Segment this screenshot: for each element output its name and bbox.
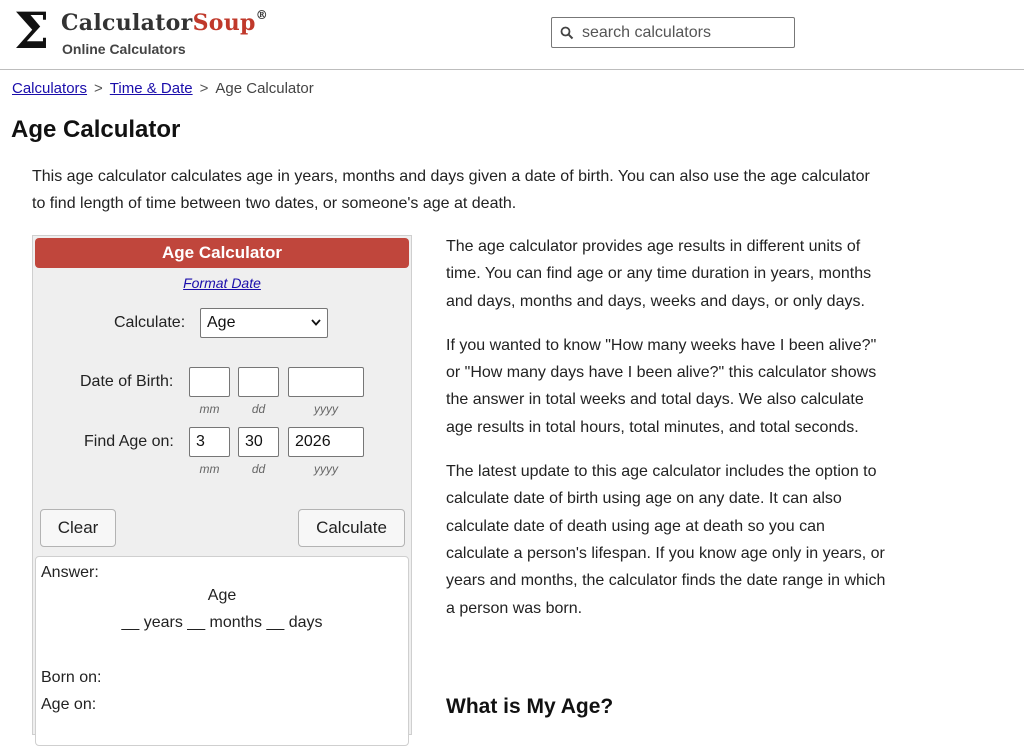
dob-yyyy-hint: yyyy <box>314 402 338 416</box>
answer-box: Answer: Age __ years __ months __ days B… <box>35 556 409 746</box>
site-logo[interactable]: CalculatorSoup® <box>61 8 269 36</box>
description-paragraph: If you wanted to know "How many weeks ha… <box>446 336 877 436</box>
dob-month-input[interactable] <box>189 367 230 397</box>
calculate-select-value: Age <box>207 314 236 331</box>
description-paragraph: The age calculator provides age results … <box>446 238 872 310</box>
logo-subtitle: Online Calculators <box>62 41 186 57</box>
breadcrumb-current: Age Calculator <box>215 80 314 97</box>
breadcrumb-calculators-link[interactable]: Calculators <box>12 80 87 97</box>
born-on-label: Born on: <box>41 669 102 686</box>
page-title: Age Calculator <box>11 116 181 143</box>
dob-year-input[interactable] <box>288 367 364 397</box>
find-age-on-label: Find Age on: <box>84 433 174 450</box>
site-header: Σ CalculatorSoup® Online Calculators <box>0 0 1024 70</box>
breadcrumb-separator: > <box>199 80 209 97</box>
description-column: The age calculator provides age results … <box>446 233 886 718</box>
answer-label: Answer: <box>41 564 99 581</box>
logo-calculator-text: Calculator <box>61 10 193 36</box>
breadcrumb-separator: > <box>94 80 103 97</box>
search-box[interactable] <box>551 17 795 48</box>
dob-dd-hint: dd <box>251 402 266 416</box>
find-age-month-input[interactable] <box>189 427 230 457</box>
find-age-dd-hint: dd <box>251 462 266 476</box>
find-age-year-input[interactable] <box>288 427 364 457</box>
description-paragraph: The latest update to this age calculator… <box>446 463 886 617</box>
breadcrumb-time-date-link[interactable]: Time & Date <box>110 80 193 97</box>
answer-age-line: __ years __ months __ days <box>121 614 323 631</box>
clear-button[interactable]: Clear <box>40 509 116 547</box>
dob-day-input[interactable] <box>238 367 279 397</box>
logo-sigma-icon[interactable]: Σ <box>14 5 49 57</box>
chevron-down-icon <box>311 319 321 326</box>
date-of-birth-label: Date of Birth: <box>80 373 174 390</box>
search-icon <box>560 26 574 40</box>
age-calculator-panel: Age Calculator Format Date Calculate: Ag… <box>32 235 412 746</box>
format-date-link[interactable]: Format Date <box>33 275 411 291</box>
answer-heading: Age <box>207 587 237 604</box>
find-age-day-input[interactable] <box>238 427 279 457</box>
what-is-my-age-heading: What is My Age? <box>446 695 614 718</box>
find-age-yyyy-hint: yyyy <box>314 462 338 476</box>
logo-soup-text: Soup <box>192 10 256 36</box>
calculate-button[interactable]: Calculate <box>298 509 405 547</box>
registered-mark: ® <box>255 8 269 22</box>
calculate-label: Calculate: <box>114 314 186 331</box>
dob-mm-hint: mm <box>199 402 220 416</box>
age-on-label: Age on: <box>41 696 97 713</box>
find-age-mm-hint: mm <box>199 462 220 476</box>
breadcrumb: Calculators > Time & Date > Age Calculator <box>12 80 314 97</box>
intro-paragraph: This age calculator calculates age in ye… <box>32 168 870 212</box>
calculate-select[interactable]: Age <box>200 308 328 338</box>
calculator-title-bar: Age Calculator <box>35 238 409 268</box>
search-input[interactable] <box>582 21 787 44</box>
